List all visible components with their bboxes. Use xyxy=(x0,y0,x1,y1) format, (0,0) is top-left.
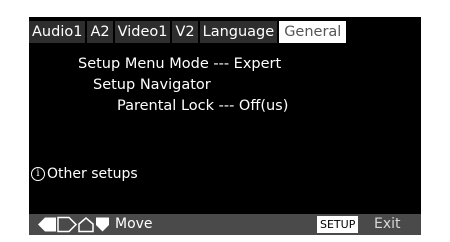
tab-a2[interactable]: A2 xyxy=(87,21,113,43)
setup-key[interactable]: SETUP xyxy=(317,216,359,233)
other-setups-label: Other setups xyxy=(47,166,138,182)
other-setups-item[interactable]: i Other setups xyxy=(31,165,138,183)
up-arrow-icon xyxy=(78,217,94,233)
down-arrow-icon xyxy=(96,217,109,232)
osd-screen: Audio1 A2 Video1 V2 Language General Set… xyxy=(29,17,421,235)
setup-menu-mode-item[interactable]: Setup Menu Mode --- Expert xyxy=(78,55,281,73)
tab-general[interactable]: General xyxy=(279,21,347,43)
settings-panel: Setup Menu Mode --- Expert Setup Navigat… xyxy=(29,43,421,210)
exit-label: Exit xyxy=(374,216,401,232)
left-arrow-icon xyxy=(38,217,56,232)
tab-audio1[interactable]: Audio1 xyxy=(29,21,86,43)
footer-bar: Move SETUP Exit xyxy=(29,214,421,235)
tab-video1[interactable]: Video1 xyxy=(114,21,171,43)
move-label: Move xyxy=(115,216,153,232)
tab-bar: Audio1 A2 Video1 V2 Language General xyxy=(29,17,347,43)
direction-arrows-icon xyxy=(38,216,109,233)
tab-v2[interactable]: V2 xyxy=(172,21,198,43)
setup-navigator-item[interactable]: Setup Navigator xyxy=(93,76,211,94)
info-icon: i xyxy=(31,167,45,181)
right-arrow-icon xyxy=(57,216,78,233)
parental-lock-item[interactable]: Parental Lock --- Off(us) xyxy=(117,97,288,115)
tab-language[interactable]: Language xyxy=(199,21,278,43)
